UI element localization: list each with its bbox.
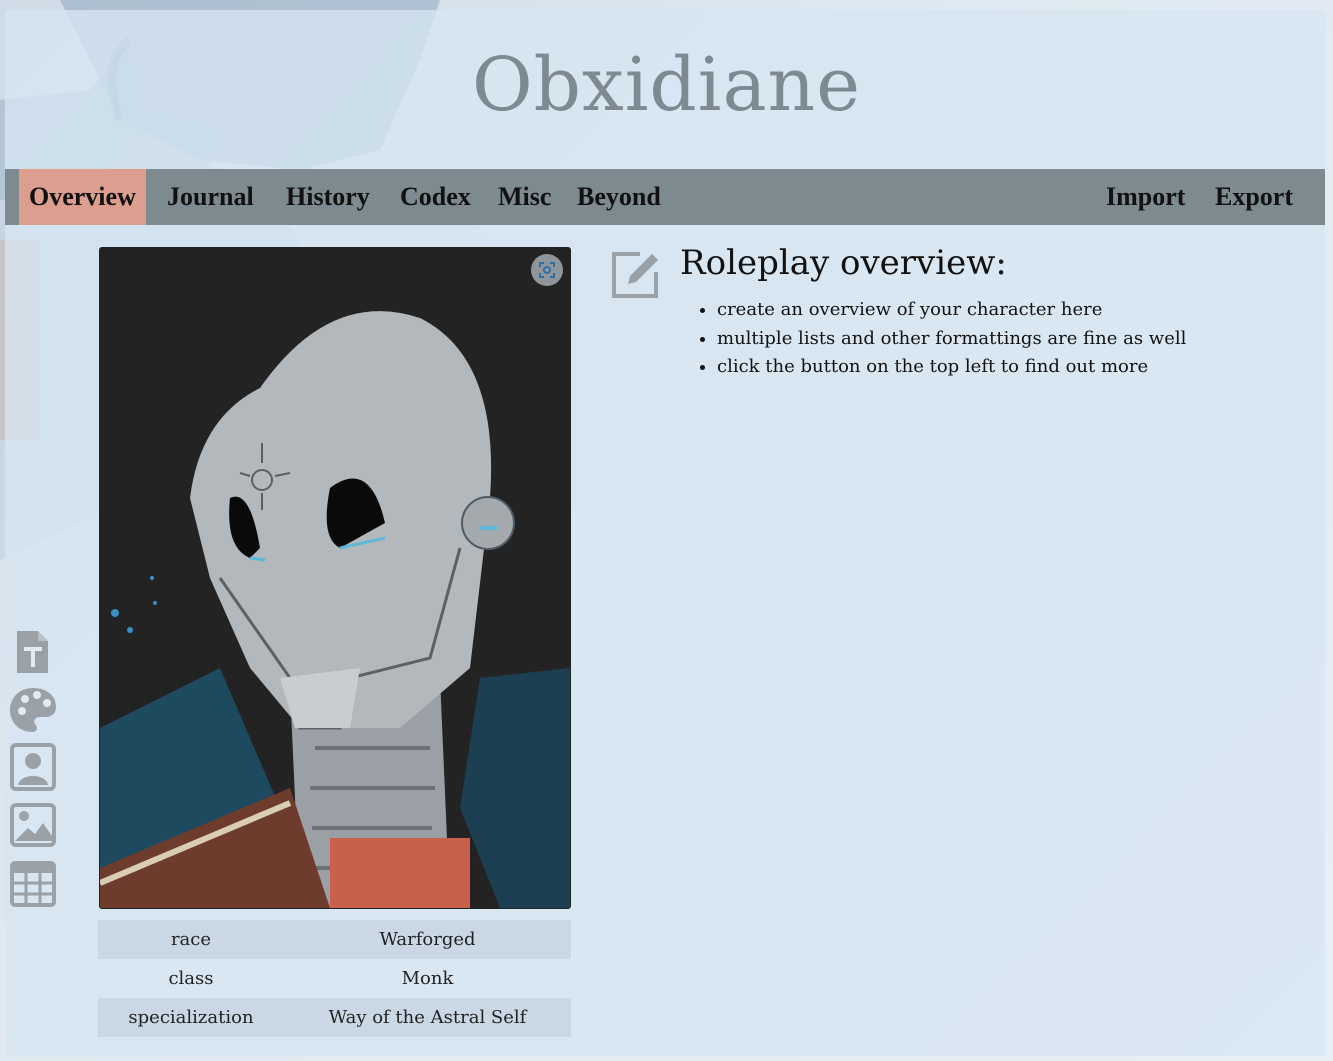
edit-icon bbox=[612, 252, 658, 298]
portrait-icon bbox=[10, 743, 56, 791]
fullscreen-icon bbox=[539, 262, 555, 278]
page-title: Obxidiane bbox=[471, 42, 862, 128]
import-button[interactable]: Import bbox=[1106, 169, 1185, 225]
stat-value: Monk bbox=[401, 968, 454, 989]
stat-value: Way of the Astral Self bbox=[284, 998, 571, 1037]
image-icon bbox=[10, 803, 56, 847]
table-button[interactable] bbox=[10, 859, 56, 909]
stat-key: specialization bbox=[98, 998, 284, 1037]
overview-list: create an overview of your character her… bbox=[680, 296, 1186, 382]
text-document-button[interactable] bbox=[10, 627, 56, 677]
list-item: click the button on the top left to find… bbox=[717, 353, 1186, 382]
tab-misc[interactable]: Misc bbox=[498, 169, 551, 225]
table-row: race Warforged bbox=[98, 920, 571, 959]
text-document-icon bbox=[17, 631, 48, 673]
export-button[interactable]: Export bbox=[1215, 169, 1293, 225]
image-button[interactable] bbox=[10, 801, 56, 851]
overview-heading: Roleplay overview: bbox=[680, 243, 1007, 283]
main-nav: Overview Journal History Codex Misc Beyo… bbox=[5, 169, 1325, 225]
tab-overview[interactable]: Overview bbox=[19, 169, 146, 225]
list-item: create an overview of your character her… bbox=[717, 296, 1186, 325]
palette-button[interactable] bbox=[10, 685, 56, 735]
table-icon bbox=[10, 861, 56, 907]
character-portrait[interactable] bbox=[99, 247, 571, 909]
table-row: class Monk bbox=[98, 959, 571, 998]
tab-beyond[interactable]: Beyond bbox=[577, 169, 661, 225]
portrait-button[interactable] bbox=[10, 743, 56, 793]
warforged-portrait-art bbox=[100, 248, 570, 908]
tab-history[interactable]: History bbox=[286, 169, 370, 225]
palette-icon bbox=[10, 688, 56, 732]
edit-button[interactable] bbox=[610, 248, 662, 300]
stat-value: Warforged bbox=[284, 920, 571, 959]
stat-key: race bbox=[98, 920, 284, 959]
tab-journal[interactable]: Journal bbox=[167, 169, 254, 225]
list-item: multiple lists and other formattings are… bbox=[717, 325, 1186, 354]
fullscreen-button[interactable] bbox=[531, 254, 563, 286]
table-row: specialization Way of the Astral Self bbox=[98, 998, 571, 1037]
character-stats-table: race Warforged class Monk specialization… bbox=[98, 920, 571, 1037]
stat-key: class bbox=[168, 968, 214, 989]
tab-codex[interactable]: Codex bbox=[400, 169, 471, 225]
